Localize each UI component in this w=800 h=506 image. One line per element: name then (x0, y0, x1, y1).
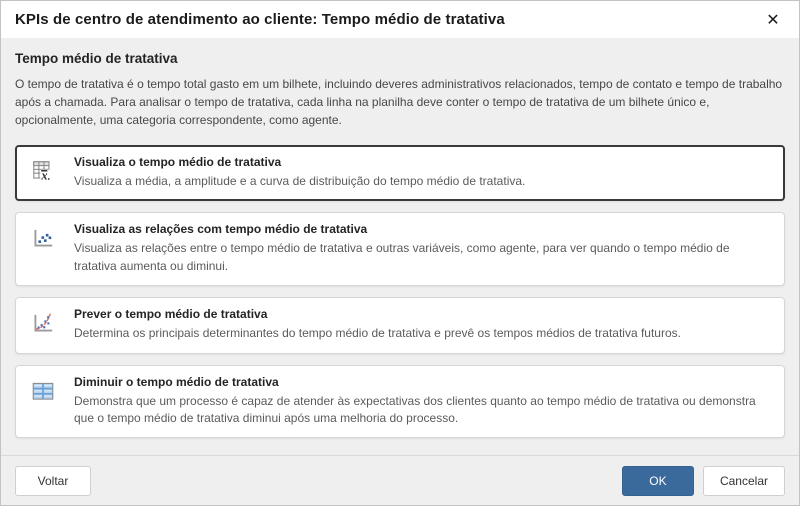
option-card-decrease[interactable]: Diminuir o tempo médio de tratativa Demo… (15, 365, 785, 439)
page-title: Tempo médio de tratativa (15, 51, 785, 66)
dialog-titlebar: KPIs de centro de atendimento ao cliente… (1, 1, 799, 38)
option-card-visualize-mean[interactable]: x Visualiza o tempo médio de tratativa V… (15, 145, 785, 201)
option-title: Prever o tempo médio de tratativa (74, 307, 772, 321)
option-card-text: Visualiza o tempo médio de tratativa Vis… (74, 155, 772, 190)
option-description: Determina os principais determinantes do… (74, 325, 772, 342)
kpi-wizard-dialog: KPIs de centro de atendimento ao cliente… (0, 0, 800, 506)
option-title: Visualiza as relações com tempo médio de… (74, 222, 772, 236)
trend-forecast-icon (30, 310, 56, 336)
footer-action-buttons: OK Cancelar (622, 466, 785, 496)
option-description: Visualiza as relações entre o tempo médi… (74, 240, 772, 275)
dialog-title: KPIs de centro de atendimento ao cliente… (15, 11, 505, 28)
option-title: Diminuir o tempo médio de tratativa (74, 375, 772, 389)
dialog-footer: Voltar OK Cancelar (1, 455, 799, 505)
close-icon[interactable]: ✕ (759, 6, 787, 34)
dialog-content: Tempo médio de tratativa O tempo de trat… (1, 38, 799, 455)
option-title: Visualiza o tempo médio de tratativa (74, 155, 772, 169)
intro-text: O tempo de tratativa é o tempo total gas… (15, 75, 785, 129)
option-description: Demonstra que um processo é capaz de ate… (74, 393, 772, 428)
scatter-plot-icon (30, 225, 56, 251)
option-description: Visualiza a média, a amplitude e a curva… (74, 173, 772, 190)
option-card-predict[interactable]: Prever o tempo médio de tratativa Determ… (15, 297, 785, 353)
option-card-text: Prever o tempo médio de tratativa Determ… (74, 307, 772, 342)
back-button[interactable]: Voltar (15, 466, 91, 496)
ok-button[interactable]: OK (622, 466, 694, 496)
table-grid-icon (30, 378, 56, 404)
option-card-visualize-relations[interactable]: Visualiza as relações com tempo médio de… (15, 212, 785, 286)
cancel-button[interactable]: Cancelar (703, 466, 785, 496)
table-mean-icon: x (30, 158, 56, 184)
option-card-text: Visualiza as relações com tempo médio de… (74, 222, 772, 275)
option-card-text: Diminuir o tempo médio de tratativa Demo… (74, 375, 772, 428)
